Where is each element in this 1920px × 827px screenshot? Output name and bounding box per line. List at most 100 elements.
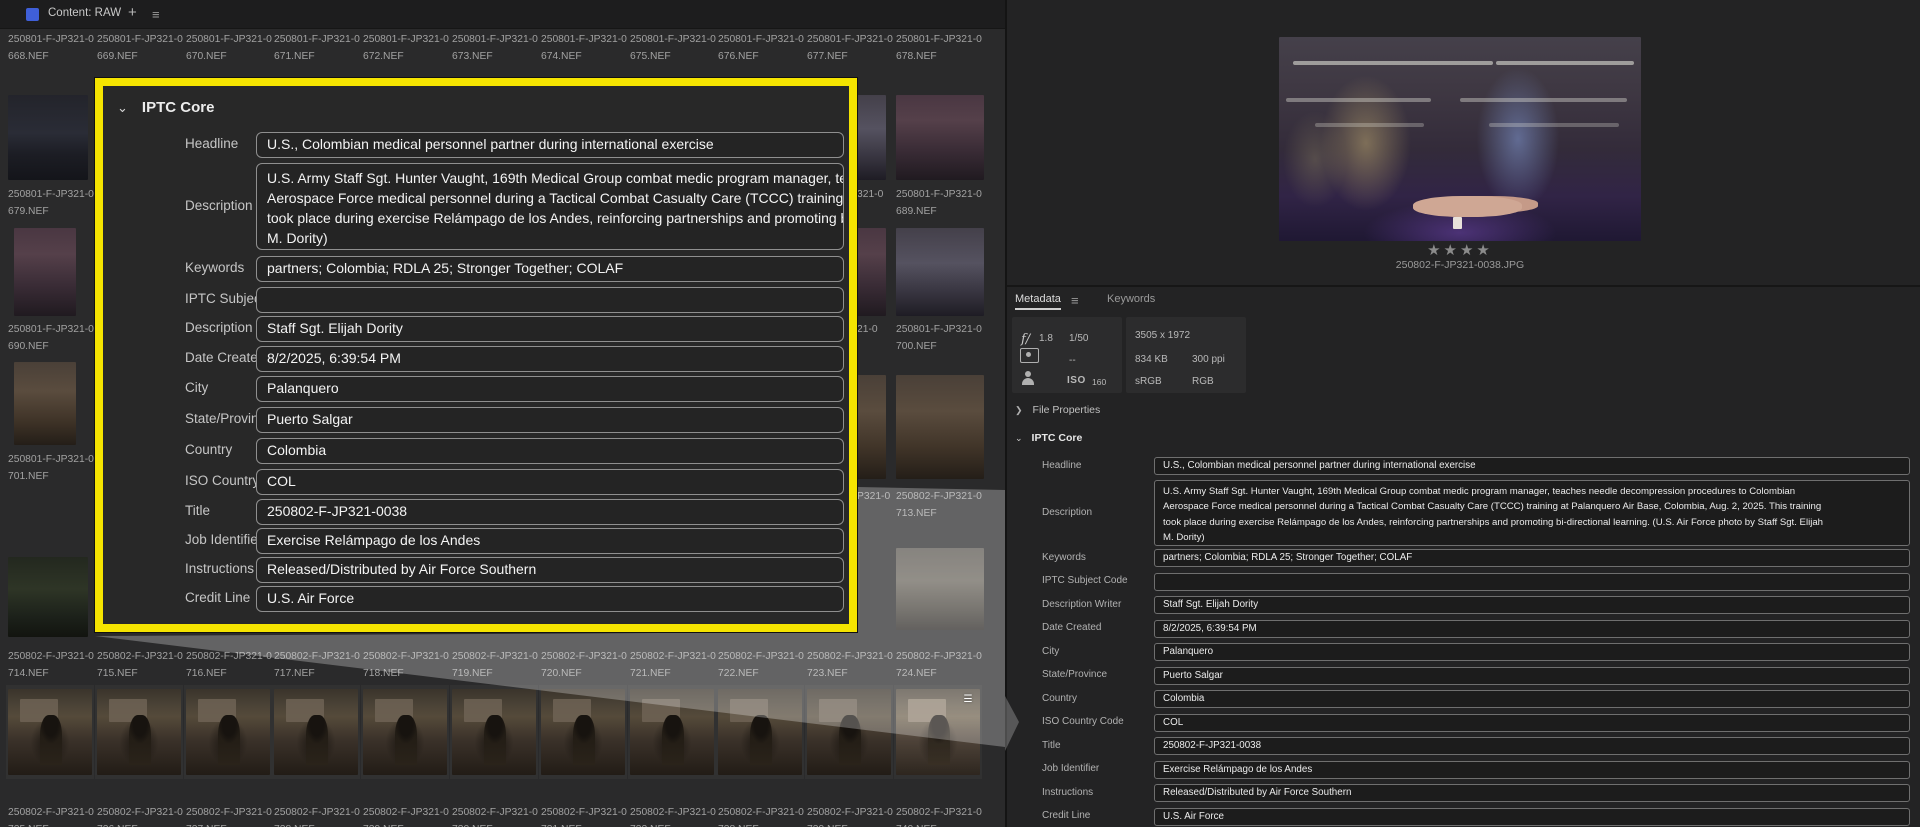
file-label[interactable]: 250802-F-JP321-0728.NEF xyxy=(274,804,360,827)
add-tab-icon[interactable]: + xyxy=(128,4,137,21)
field-value: COL xyxy=(257,470,843,493)
image-dimensions: 3505 x 1972 xyxy=(1135,330,1190,341)
file-properties-section-header[interactable]: ❯File Properties xyxy=(1015,404,1100,416)
field-input-description-writer[interactable]: Staff Sgt. Elijah Dority xyxy=(1154,596,1910,614)
field-input-state-province[interactable]: Puerto Salgar xyxy=(1154,667,1910,685)
metadata-menu-icon[interactable]: ≡ xyxy=(1071,293,1079,308)
thumbnail-image[interactable] xyxy=(856,95,886,180)
file-label[interactable]: 250801-F-JP321-0672.NEF xyxy=(363,31,449,65)
thumbnail-image[interactable] xyxy=(856,375,886,479)
field-input-headline[interactable]: U.S., Colombian medical personnel partne… xyxy=(1154,457,1910,475)
thumbnail-image[interactable] xyxy=(896,95,984,180)
thumbnail-image[interactable] xyxy=(186,689,270,775)
field-input-credit-line[interactable]: U.S. Air Force xyxy=(1154,808,1910,826)
field-input-credit-line[interactable]: U.S. Air Force xyxy=(256,586,844,612)
iptc-core-section-header[interactable]: ⌄IPTC Core xyxy=(117,99,214,116)
file-label[interactable]: 250801-F-JP321-0673.NEF xyxy=(452,31,538,65)
file-label-line2: 677.NEF xyxy=(807,48,893,65)
iptc-core-section-header[interactable]: ⌄IPTC Core xyxy=(1015,432,1082,444)
thumbnail-image[interactable] xyxy=(896,375,984,479)
field-input-iso-country-code[interactable]: COL xyxy=(1154,714,1910,732)
field-value: Released/Distributed by Air Force Southe… xyxy=(257,558,843,581)
thumbnail-image[interactable] xyxy=(541,689,625,775)
rating-stars[interactable]: ★★★★ xyxy=(1380,241,1540,259)
field-text-line: Aerospace Force medical personnel during… xyxy=(1155,499,1909,514)
field-input-title[interactable]: 250802-F-JP321-0038 xyxy=(256,499,844,525)
thumbnail-image[interactable] xyxy=(8,95,88,180)
field-input-job-identifier[interactable]: Exercise Relámpago de los Andes xyxy=(256,528,844,554)
thumbnail-image[interactable] xyxy=(896,228,984,316)
file-label-line1: 250802-F-JP321-0 xyxy=(896,804,982,821)
thumbnail-image[interactable] xyxy=(856,228,886,316)
field-input-instructions[interactable]: Released/Distributed by Air Force Southe… xyxy=(1154,784,1910,802)
file-label[interactable]: 250802-F-JP321-0740.NEF xyxy=(896,804,982,827)
field-input-state-province[interactable]: Puerto Salgar xyxy=(256,407,844,433)
aperture-icon: f/ xyxy=(1021,330,1030,348)
file-label[interactable]: 250802-F-JP321-0730.NEF xyxy=(452,804,538,827)
field-input-keywords[interactable]: partners; Colombia; RDLA 25; Stronger To… xyxy=(256,256,844,282)
file-label[interactable]: 250801-F-JP321-0677.NEF xyxy=(807,31,893,65)
file-label[interactable]: 250801-F-JP321-0701.NEF xyxy=(8,451,94,485)
content-tab-menu-icon[interactable]: ≡ xyxy=(152,7,160,22)
file-label[interactable]: 250802-F-JP321-0727.NEF xyxy=(186,804,272,827)
field-input-date-created[interactable]: 8/2/2025, 6:39:54 PM xyxy=(1154,620,1910,638)
file-label[interactable]: 250802-F-JP321-0715.NEF xyxy=(97,648,183,682)
file-label[interactable]: 250802-F-JP321-0714.NEF xyxy=(8,648,94,682)
thumbnail-image[interactable] xyxy=(274,689,358,775)
file-label[interactable]: 250802-F-JP321-0738.NEF xyxy=(718,804,804,827)
file-label[interactable]: 250801-F-JP321-0690.NEF xyxy=(8,321,94,355)
file-label[interactable]: 250801-F-JP321-0671.NEF xyxy=(274,31,360,65)
file-label[interactable]: 250801-F-JP321-0669.NEF xyxy=(97,31,183,65)
file-label[interactable]: 250801-F-JP321-0689.NEF xyxy=(896,186,982,220)
file-label[interactable]: 250802-F-JP321-0725.NEF xyxy=(8,804,94,827)
field-input-headline[interactable]: U.S., Colombian medical personnel partne… xyxy=(256,132,844,158)
field-input-description-writer[interactable]: Staff Sgt. Elijah Dority xyxy=(256,316,844,342)
ceiling-light xyxy=(1460,98,1627,102)
file-label[interactable]: 250802-F-JP321-0739.NEF xyxy=(807,804,893,827)
field-input-date-created[interactable]: 8/2/2025, 6:39:54 PM xyxy=(256,346,844,372)
field-input-country[interactable]: Colombia xyxy=(1154,690,1910,708)
file-label[interactable]: 250801-F-JP321-0700.NEF xyxy=(896,321,982,355)
field-input-instructions[interactable]: Released/Distributed by Air Force Southe… xyxy=(256,557,844,583)
file-label[interactable]: 250802-F-JP321-0726.NEF xyxy=(97,804,183,827)
content-panel: Content: RAW + ≡ 250801-F-JP321-0668.NEF… xyxy=(0,0,1005,827)
thumbnail-image[interactable] xyxy=(8,557,88,637)
field-label-instructions: Instructions xyxy=(1042,787,1093,798)
field-value: U.S. Air Force xyxy=(257,587,843,610)
field-text-line: Aerospace Force medical personnel during… xyxy=(257,188,843,208)
field-input-keywords[interactable]: partners; Colombia; RDLA 25; Stronger To… xyxy=(1154,549,1910,567)
field-input-city[interactable]: Palanquero xyxy=(1154,643,1910,661)
tab-keywords[interactable]: Keywords xyxy=(1107,293,1155,305)
file-label[interactable]: 250801-F-JP321-0678.NEF xyxy=(896,31,982,65)
field-input-title[interactable]: 250802-F-JP321-0038 xyxy=(1154,737,1910,755)
file-label[interactable]: 250801-F-JP321-0674.NEF xyxy=(541,31,627,65)
file-label[interactable]: 250801-F-JP321-0676.NEF xyxy=(718,31,804,65)
file-label[interactable]: 250802-F-JP321-0729.NEF xyxy=(363,804,449,827)
field-text-line: M. Dority) xyxy=(1155,530,1909,545)
field-input-iptc-subject-code[interactable] xyxy=(1154,573,1910,591)
thumbnail-image[interactable] xyxy=(14,362,76,445)
preview-image[interactable] xyxy=(1279,37,1641,241)
field-label-date-created: Date Created xyxy=(185,350,265,365)
content-tab[interactable]: Content: RAW xyxy=(48,7,121,19)
file-label[interactable]: 250801-F-JP321-0679.NEF xyxy=(8,186,94,220)
thumbnail-image[interactable] xyxy=(14,228,76,316)
file-label[interactable]: 250802-F-JP321-0731.NEF xyxy=(541,804,627,827)
thumbnail-image[interactable] xyxy=(97,689,181,775)
field-input-country[interactable]: Colombia xyxy=(256,438,844,464)
file-label[interactable]: 250801-F-JP321-0668.NEF xyxy=(8,31,94,65)
tab-metadata[interactable]: Metadata xyxy=(1015,293,1061,305)
file-label[interactable]: 250801-F-JP321-0670.NEF xyxy=(186,31,272,65)
file-label[interactable]: 250801-F-JP321-0675.NEF xyxy=(630,31,716,65)
thumbnail-image[interactable] xyxy=(452,689,536,775)
field-input-description[interactable]: U.S. Army Staff Sgt. Hunter Vaught, 169t… xyxy=(256,163,844,250)
field-input-iptc-subject-code[interactable] xyxy=(256,287,844,313)
field-input-iso-country-code[interactable]: COL xyxy=(256,469,844,495)
field-input-description[interactable]: U.S. Army Staff Sgt. Hunter Vaught, 169t… xyxy=(1154,480,1910,546)
field-input-job-identifier[interactable]: Exercise Relámpago de los Andes xyxy=(1154,761,1910,779)
thumbnail-image[interactable] xyxy=(363,689,447,775)
thumbnail-image[interactable] xyxy=(8,689,92,775)
field-input-city[interactable]: Palanquero xyxy=(256,376,844,402)
file-label-line2: 739.NEF xyxy=(807,821,893,827)
file-label[interactable]: 250802-F-JP321-0732.NEF xyxy=(630,804,716,827)
